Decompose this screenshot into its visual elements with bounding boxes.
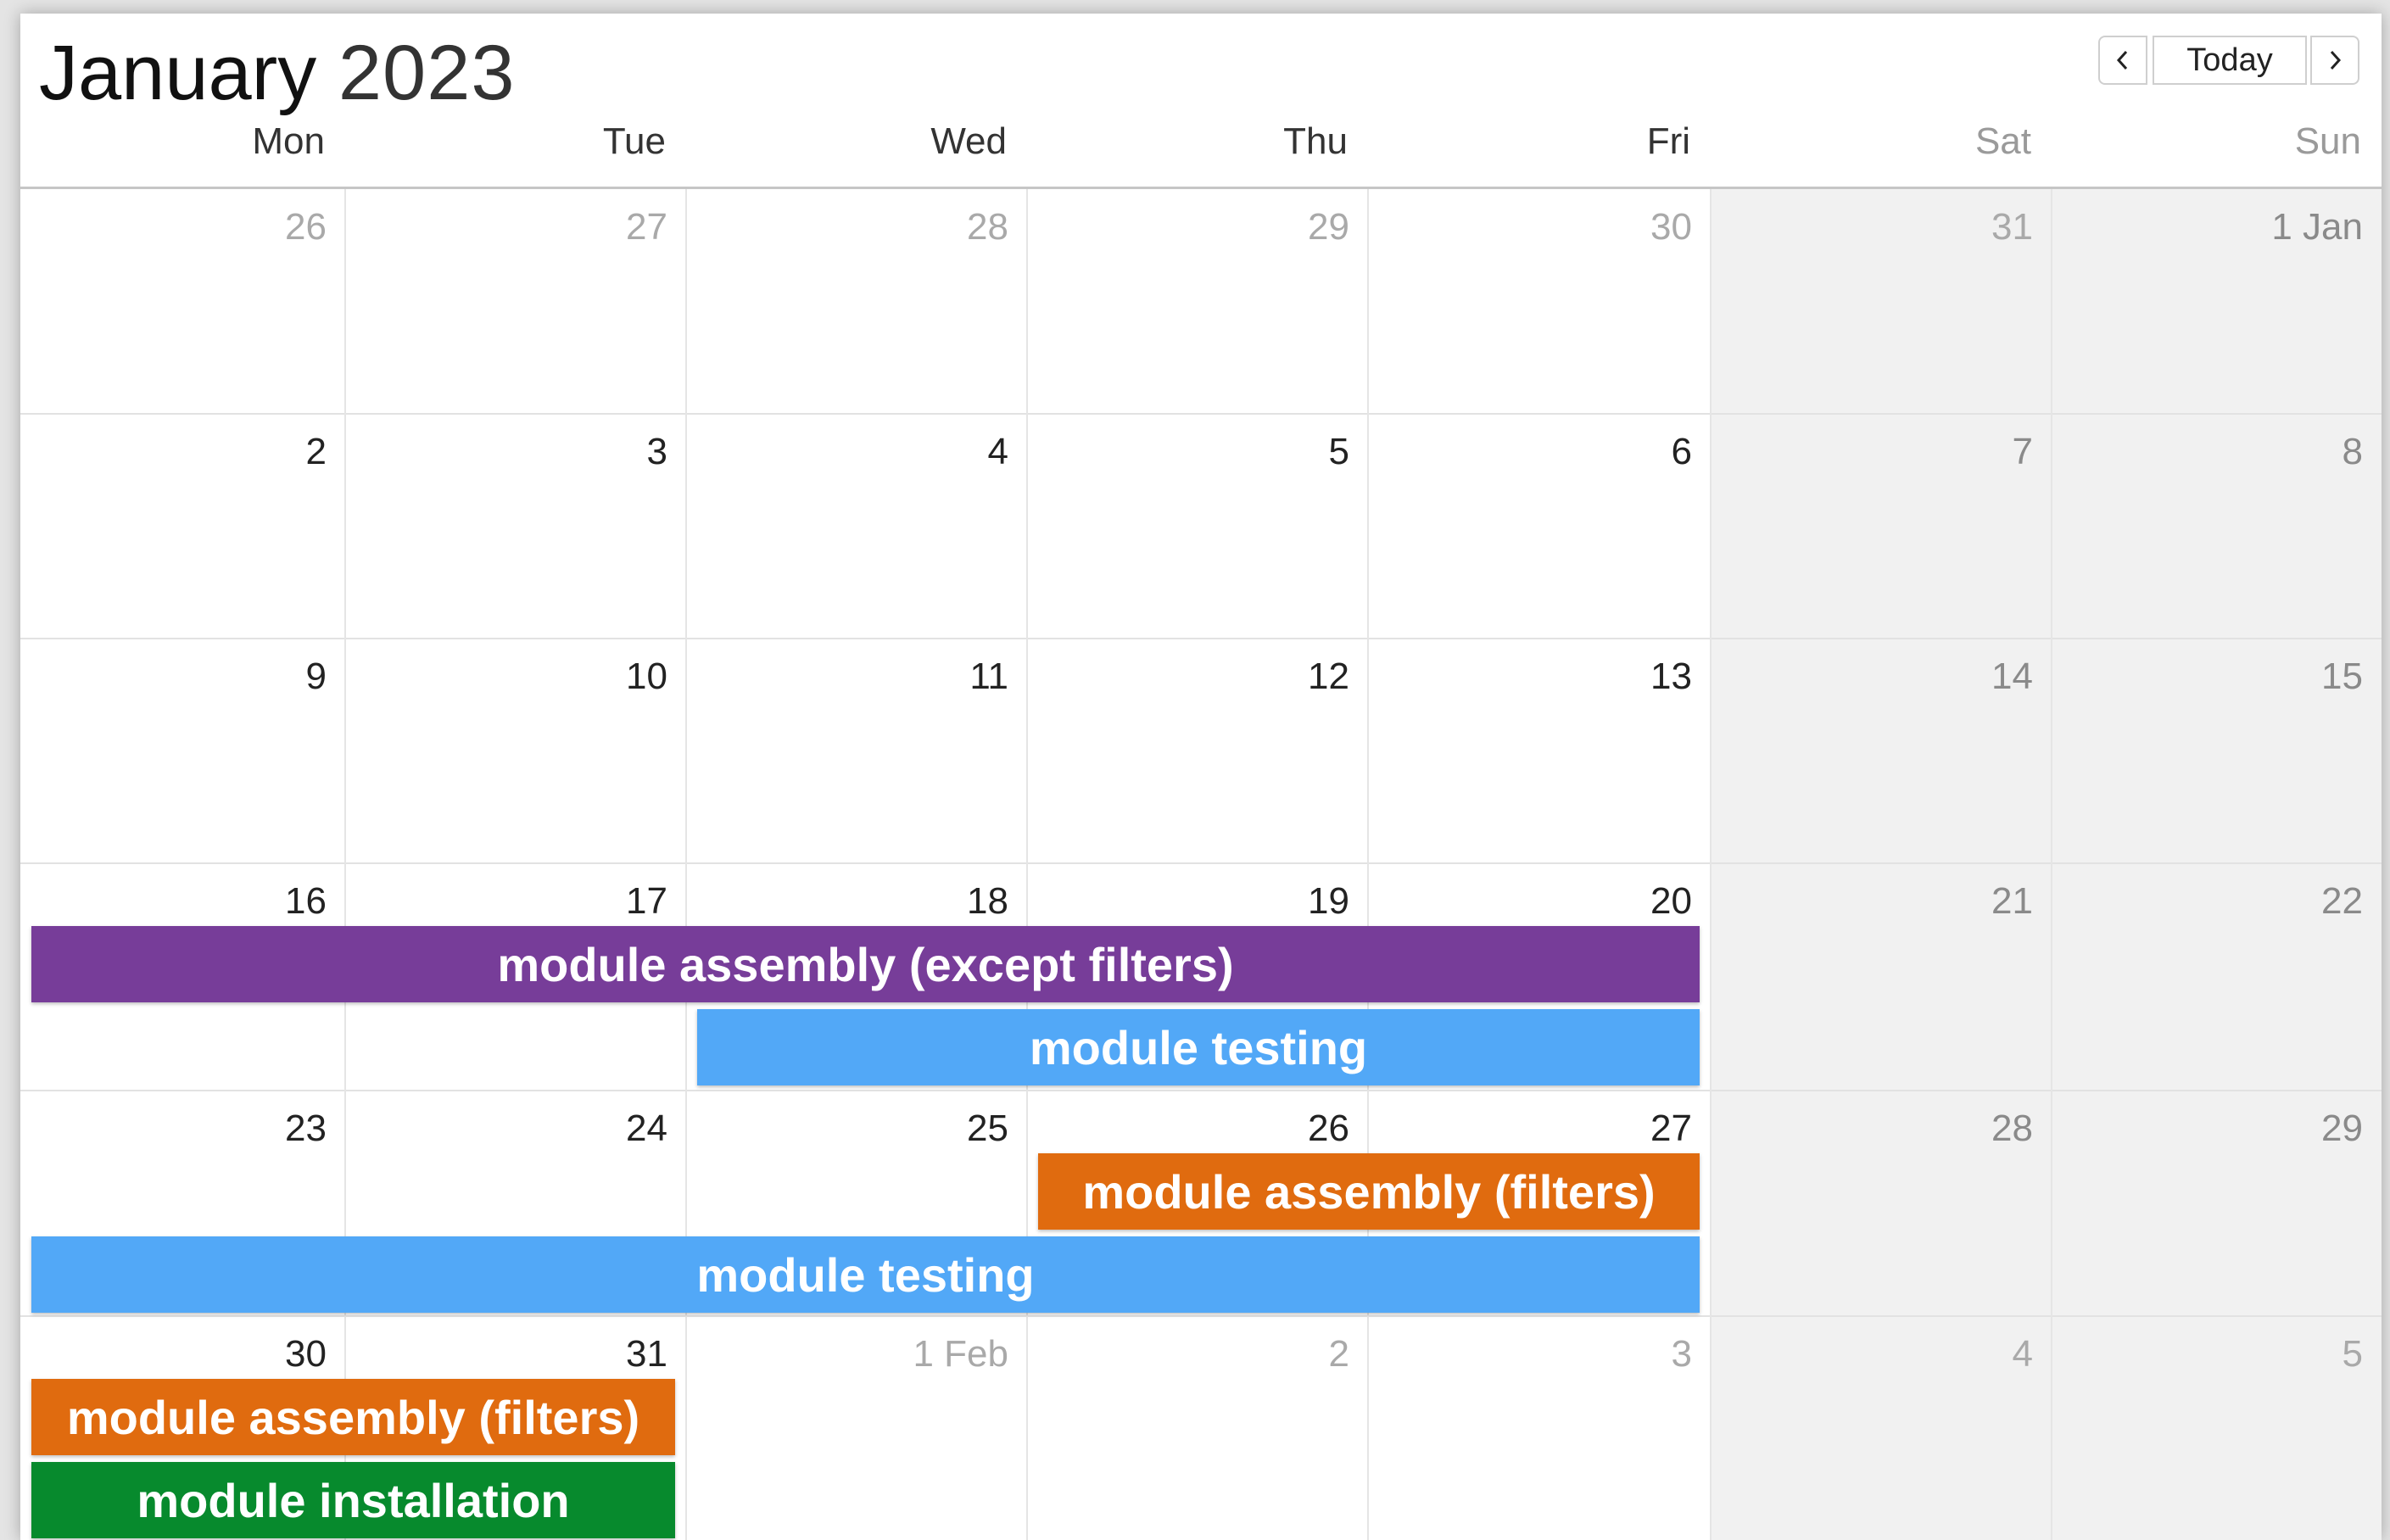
day-number[interactable]: 26 <box>72 206 327 248</box>
month-label: January <box>39 30 317 116</box>
day-number[interactable]: 3 <box>413 431 667 473</box>
day-number[interactable]: 9 <box>72 656 327 698</box>
day-number[interactable]: 19 <box>1095 880 1349 923</box>
weekday-wed: Wed <box>930 120 1007 162</box>
day-number[interactable]: 7 <box>1779 431 2033 473</box>
day-number[interactable]: 30 <box>72 1333 327 1375</box>
day-number[interactable]: 2 <box>72 431 327 473</box>
day-number[interactable]: 18 <box>754 880 1008 923</box>
day-number[interactable]: 5 <box>1095 431 1349 473</box>
calendar-event[interactable]: module testing <box>697 1009 1700 1085</box>
day-number[interactable]: 4 <box>754 431 1008 473</box>
day-number[interactable]: 16 <box>72 880 327 923</box>
today-button[interactable]: Today <box>2153 36 2307 85</box>
weekday-sat: Sat <box>1974 120 2031 162</box>
calendar-event[interactable]: module assembly (except filters) <box>31 926 1700 1002</box>
day-number[interactable]: 1 Jan <box>2108 206 2363 248</box>
day-number[interactable]: 28 <box>1779 1108 2033 1150</box>
day-number[interactable]: 27 <box>1438 1108 1692 1150</box>
week-divider <box>20 638 2382 639</box>
weekday-mon: Mon <box>252 120 325 162</box>
calendar-event[interactable]: module testing <box>31 1236 1700 1313</box>
weekday-sun: Sun <box>2294 120 2361 162</box>
day-number[interactable]: 26 <box>1095 1108 1349 1150</box>
calendar-event[interactable]: module installation <box>31 1462 675 1538</box>
chevron-right-icon <box>2330 50 2342 70</box>
day-number[interactable]: 10 <box>413 656 667 698</box>
week-divider <box>20 1315 2382 1317</box>
week-divider <box>20 862 2382 864</box>
day-number[interactable]: 15 <box>2108 656 2363 698</box>
day-number[interactable]: 28 <box>754 206 1008 248</box>
calendar-event[interactable]: module assembly (filters) <box>31 1379 675 1455</box>
calendar-title: January 2023 <box>39 22 516 124</box>
day-number[interactable]: 14 <box>1779 656 2033 698</box>
day-number[interactable]: 31 <box>1779 206 2033 248</box>
day-number[interactable]: 6 <box>1438 431 1692 473</box>
day-number[interactable]: 23 <box>72 1108 327 1150</box>
day-number[interactable]: 30 <box>1438 206 1692 248</box>
day-column-divider <box>685 189 687 1540</box>
day-number[interactable]: 8 <box>2108 431 2363 473</box>
day-number[interactable]: 11 <box>754 656 1008 698</box>
day-number[interactable]: 27 <box>413 206 667 248</box>
year-label: 2023 <box>338 30 516 116</box>
header-divider <box>20 187 2382 189</box>
day-number[interactable]: 4 <box>1779 1333 2033 1375</box>
day-number[interactable]: 22 <box>2108 880 2363 923</box>
day-number[interactable]: 3 <box>1438 1333 1692 1375</box>
day-number[interactable]: 21 <box>1779 880 2033 923</box>
next-month-button[interactable] <box>2310 36 2359 85</box>
day-number[interactable]: 20 <box>1438 880 1692 923</box>
day-column-divider <box>1026 189 1028 1540</box>
day-number[interactable]: 31 <box>413 1333 667 1375</box>
day-column-divider <box>2051 189 2052 1540</box>
day-number[interactable]: 5 <box>2108 1333 2363 1375</box>
day-number[interactable]: 2 <box>1095 1333 1349 1375</box>
day-number[interactable]: 24 <box>413 1108 667 1150</box>
week-divider <box>20 413 2382 415</box>
weekday-fri: Fri <box>1646 120 1690 162</box>
day-column-divider <box>1367 189 1369 1540</box>
day-number[interactable]: 12 <box>1095 656 1349 698</box>
chevron-left-icon <box>2116 50 2128 70</box>
day-number[interactable]: 17 <box>413 880 667 923</box>
day-column-divider <box>1710 189 1712 1540</box>
day-number[interactable]: 25 <box>754 1108 1008 1150</box>
day-number[interactable]: 13 <box>1438 656 1692 698</box>
prev-month-button[interactable] <box>2098 36 2147 85</box>
week-divider <box>20 1090 2382 1091</box>
day-column-divider <box>344 189 346 1540</box>
day-number[interactable]: 1 Feb <box>754 1333 1008 1375</box>
weekday-thu: Thu <box>1283 120 1348 162</box>
calendar-event[interactable]: module assembly (filters) <box>1038 1153 1700 1230</box>
weekday-tue: Tue <box>602 120 666 162</box>
day-number[interactable]: 29 <box>2108 1108 2363 1150</box>
day-number[interactable]: 29 <box>1095 206 1349 248</box>
calendar: January 2023 Today Mon Tue Wed Thu Fri Sat Sun… <box>20 14 2382 1540</box>
